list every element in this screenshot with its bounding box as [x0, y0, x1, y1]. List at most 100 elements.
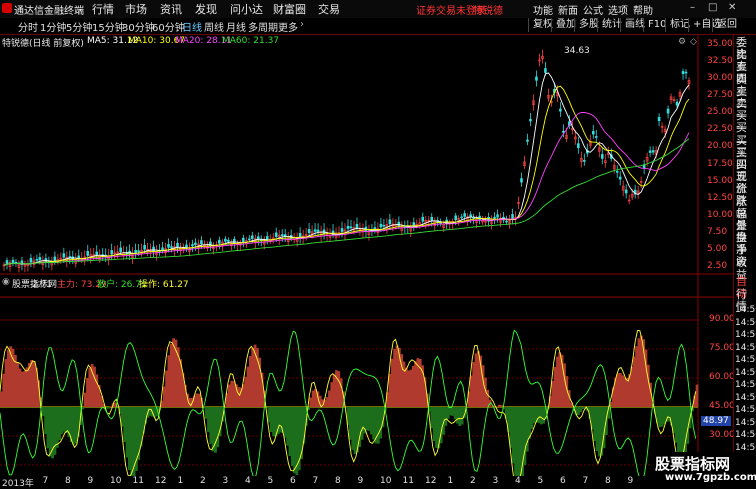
period-1min[interactable]: 1分钟: [40, 19, 66, 34]
period-monthly[interactable]: 月线: [226, 19, 246, 34]
indicator-menu-icon[interactable]: ◉: [2, 277, 10, 287]
candle-body: [120, 248, 122, 252]
menu-new-page[interactable]: 新面: [558, 2, 578, 17]
candle-body: [619, 177, 621, 179]
menu-news[interactable]: 资讯: [160, 1, 182, 17]
candle-body: [275, 233, 277, 237]
overlay-button[interactable]: 叠加: [551, 18, 576, 32]
menu-wealth-circle[interactable]: 财富圈: [273, 1, 306, 17]
app-title: 通达信金融终端: [14, 2, 84, 17]
date-label: 4: [515, 476, 521, 486]
candle-body: [6, 260, 8, 263]
draw-line-button[interactable]: 画线: [620, 18, 645, 32]
price-tick: 32.50: [707, 56, 733, 66]
candle-body: [383, 225, 385, 226]
date-label: 1: [178, 476, 184, 486]
period-toolbar: 分时 1分钟 5分钟 15分钟 30分钟 60分钟 日线 周线 月线 多周期 更…: [0, 18, 756, 35]
watermark-title: 股票指标网: [655, 453, 730, 474]
menu-ask-xiaoda[interactable]: 问小达: [230, 1, 263, 17]
candle-body: [191, 244, 193, 246]
period-multi[interactable]: 多周期: [248, 19, 278, 34]
tick-time: 14:50: [735, 443, 756, 453]
candle-body: [341, 228, 343, 231]
chart-canvas[interactable]: [0, 35, 733, 476]
f10-button[interactable]: F10: [643, 18, 666, 32]
candle-body: [63, 254, 65, 258]
statistics-button[interactable]: 统计: [597, 18, 622, 32]
minimize-icon[interactable]: –: [690, 2, 695, 13]
candle-body: [317, 230, 319, 232]
candle-body: [413, 223, 415, 226]
menu-quotes[interactable]: 行情: [92, 1, 114, 17]
menu-function[interactable]: 功能: [533, 2, 553, 17]
candle-body: [36, 259, 38, 260]
date-axis: 2013年789101112123456789101112123456789: [0, 476, 733, 487]
period-5min[interactable]: 5分钟: [66, 19, 92, 34]
date-label: 2013年: [2, 476, 34, 489]
date-label: 6: [560, 476, 566, 486]
candle-body: [224, 239, 226, 241]
more-chevron-icon[interactable]: ›: [300, 19, 304, 30]
candle-body: [512, 214, 514, 218]
candle-body: [111, 250, 113, 254]
mark-button[interactable]: 标记: [665, 18, 690, 32]
back-button[interactable]: 返回: [712, 18, 737, 32]
date-label: 4: [245, 476, 251, 486]
period-60min[interactable]: 60分钟: [152, 19, 185, 34]
menu-trade[interactable]: 交易: [318, 1, 340, 17]
period-15min[interactable]: 15分钟: [92, 19, 125, 34]
expand-icon[interactable]: ◇: [690, 37, 697, 47]
candle-body: [595, 136, 597, 137]
indicator-lines: [0, 330, 696, 476]
menu-help[interactable]: 帮助: [633, 2, 653, 17]
period-more[interactable]: 更多: [278, 19, 298, 34]
date-label: 11: [133, 476, 144, 486]
settings-icon[interactable]: ⚙: [678, 37, 686, 47]
candle-body: [455, 216, 457, 220]
operation-label: 操作: 61.27: [139, 277, 189, 290]
price-tick: 17.50: [707, 159, 733, 169]
candle-body: [562, 131, 564, 132]
date-label: 11: [403, 476, 414, 486]
date-label: 8: [335, 476, 341, 486]
candle-body: [506, 221, 508, 222]
date-label: 5: [538, 476, 544, 486]
candle-body: [12, 260, 14, 262]
candle-body: [667, 109, 669, 113]
close-icon[interactable]: ✕: [728, 2, 736, 13]
candle-body: [380, 224, 382, 227]
menu-formula[interactable]: 公式: [583, 2, 603, 17]
price-tick: 5.00: [707, 244, 727, 254]
menu-market[interactable]: 市场: [125, 1, 147, 17]
indicator-name[interactable]: 股票指标网: [12, 277, 57, 290]
candle-body: [676, 102, 678, 105]
candle-body: [461, 217, 463, 218]
candle-body: [464, 214, 466, 217]
period-30min[interactable]: 30分钟: [122, 19, 155, 34]
price-tick: 22.50: [707, 124, 733, 134]
menu-options[interactable]: 选项: [608, 2, 628, 17]
period-weekly[interactable]: 周线: [204, 19, 224, 34]
date-label: 2: [200, 476, 206, 486]
date-label: 7: [43, 476, 49, 486]
date-label: 12: [425, 476, 436, 486]
date-label: 7: [313, 476, 319, 486]
period-daily[interactable]: 日线: [182, 19, 202, 34]
price-tick: 35.00: [707, 39, 733, 49]
candle-body: [658, 117, 660, 121]
period-timeshare[interactable]: 分时: [18, 19, 38, 34]
date-label: 10: [110, 476, 121, 486]
candle-body: [497, 215, 499, 217]
operation-line: [0, 331, 696, 476]
tick-time: 14:50: [735, 355, 756, 365]
candle-body: [389, 220, 391, 224]
candle-body: [520, 179, 522, 183]
ma60-label: MA60: 21.37: [222, 36, 279, 46]
candle-body: [30, 258, 32, 262]
menu-discover[interactable]: 发现: [195, 1, 217, 17]
ma5-line: [4, 73, 689, 265]
adjust-button[interactable]: 复权: [528, 18, 553, 32]
maximize-icon[interactable]: □: [708, 2, 717, 13]
candle-body: [281, 235, 283, 236]
multi-stock-button[interactable]: 多股: [574, 18, 599, 32]
